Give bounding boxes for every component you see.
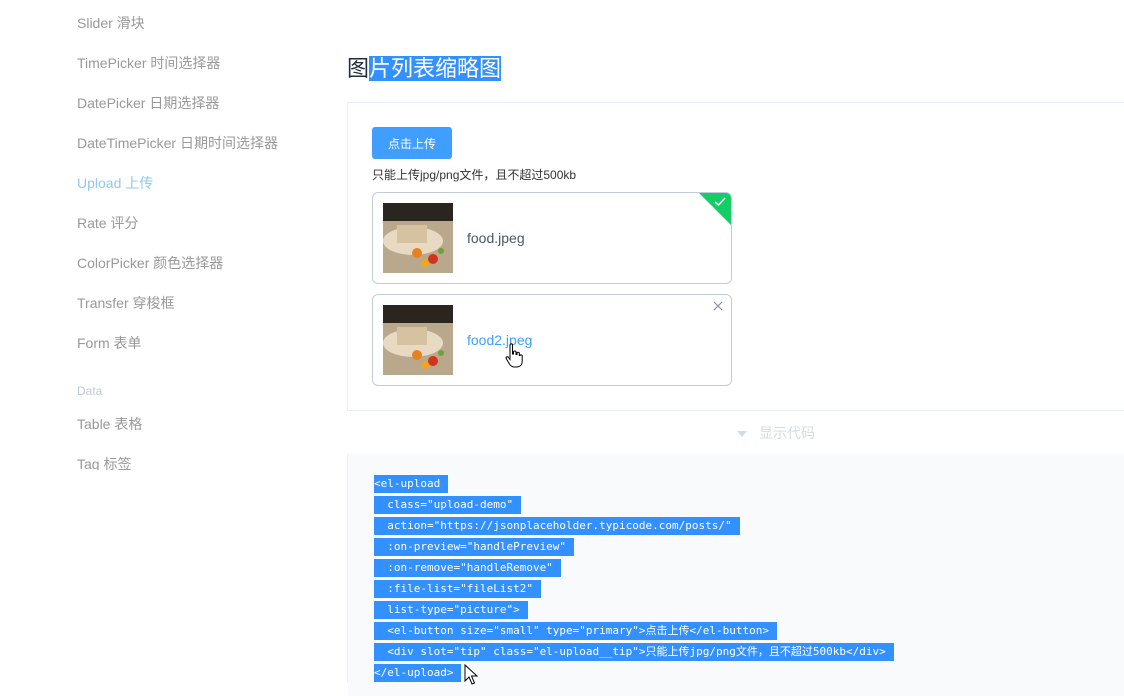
page-title: 图片列表缩略图	[347, 55, 502, 83]
code-line: <div slot="tip" class="el-upload__tip">只…	[374, 641, 894, 662]
sidebar-item-upload[interactable]: Upload 上传	[77, 173, 153, 193]
sidebar-item-slider[interactable]: Slider 滑块	[77, 13, 145, 33]
sidebar-item-transfer[interactable]: Transfer 穿梭框	[77, 293, 175, 313]
code-line: :on-preview="handlePreview"	[374, 536, 894, 557]
sidebar-item-table[interactable]: Table 表格	[77, 414, 142, 434]
code-line: list-type="picture">	[374, 599, 894, 620]
code-line: :file-list="fileList2"	[374, 578, 894, 599]
show-code-toggle[interactable]: 显示代码	[347, 410, 1124, 454]
arrow-pointer-icon	[464, 664, 478, 685]
sidebar-item-form[interactable]: Form 表单	[77, 333, 142, 353]
sidebar-item-timepicker[interactable]: TimePicker 时间选择器	[77, 53, 220, 73]
sidebar-nav: Slider 滑块 TimePicker 时间选择器 DatePicker 日期…	[0, 0, 330, 470]
code-line: </el-upload>	[374, 662, 894, 683]
code-line: <el-upload	[374, 473, 894, 494]
upload-button[interactable]: 点击上传	[372, 127, 452, 159]
hand-pointer-icon	[505, 343, 523, 368]
show-code-label: 显示代码	[759, 425, 815, 441]
code-block: <el-upload class="upload-demo" action="h…	[374, 473, 894, 683]
sidebar-item-tag[interactable]: Tag 标签	[77, 454, 131, 470]
sidebar-item-datetimepicker[interactable]: DateTimePicker 日期时间选择器	[77, 133, 278, 153]
file-list-item[interactable]: food.jpeg	[372, 192, 732, 284]
food-thumbnail	[383, 305, 453, 375]
code-line: class="upload-demo"	[374, 494, 894, 515]
page-title-plain: 图	[347, 56, 370, 81]
caret-down-icon	[737, 431, 747, 437]
sidebar-item-colorpicker[interactable]: ColorPicker 颜色选择器	[77, 253, 223, 273]
file-list-item[interactable]: food2.jpeg	[372, 294, 732, 386]
file-name-link[interactable]: food.jpeg	[467, 229, 525, 247]
page-title-selected: 片列表缩略图	[369, 56, 502, 81]
check-icon	[714, 197, 726, 207]
close-icon[interactable]	[713, 301, 723, 311]
code-line: <el-button size="small" type="primary">点…	[374, 620, 894, 641]
upload-tip: 只能上传jpg/png文件，且不超过500kb	[372, 168, 577, 182]
sidebar-group-data: Data	[77, 384, 103, 398]
sidebar-item-datepicker[interactable]: DatePicker 日期选择器	[77, 93, 219, 113]
food-thumbnail	[383, 203, 453, 273]
code-line: :on-remove="handleRemove"	[374, 557, 894, 578]
sidebar-item-rate[interactable]: Rate 评分	[77, 213, 138, 233]
code-line: action="https://jsonplaceholder.typicode…	[374, 515, 894, 536]
